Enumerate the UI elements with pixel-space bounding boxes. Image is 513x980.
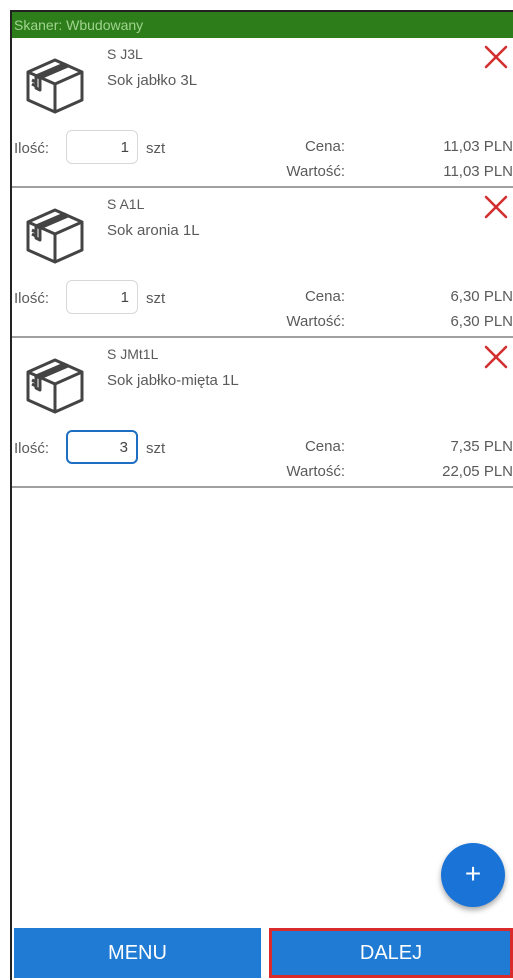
price-value: 7,35 PLN bbox=[450, 438, 513, 455]
cart-item: S A1L Sok aronia 1L Ilość: szt Cena: 6,3… bbox=[12, 188, 513, 338]
add-item-button[interactable]: + bbox=[441, 843, 505, 907]
total-label: Wartość: bbox=[286, 313, 345, 330]
remove-item-button[interactable] bbox=[481, 192, 511, 222]
close-icon bbox=[484, 345, 508, 369]
product-name: Sok aronia 1L bbox=[107, 222, 200, 239]
close-icon bbox=[484, 195, 508, 219]
box-icon bbox=[26, 208, 84, 264]
unit-label: szt bbox=[146, 440, 166, 457]
quantity-input[interactable] bbox=[66, 430, 138, 464]
total-value: 22,05 PLN bbox=[442, 463, 513, 480]
price-label: Cena: bbox=[304, 438, 345, 455]
remove-item-button[interactable] bbox=[481, 342, 511, 372]
quantity-label: Ilość: bbox=[14, 440, 50, 457]
menu-button[interactable]: MENU bbox=[14, 928, 261, 978]
price-label: Cena: bbox=[304, 138, 345, 155]
unit-label: szt bbox=[146, 290, 166, 307]
product-code: S A1L bbox=[107, 196, 145, 212]
quantity-label: Ilość: bbox=[14, 140, 50, 157]
remove-item-button[interactable] bbox=[481, 42, 511, 72]
total-value: 6,30 PLN bbox=[450, 313, 513, 330]
total-label: Wartość: bbox=[286, 163, 345, 180]
scanner-status-bar: Skaner: Wbudowany bbox=[12, 12, 513, 38]
product-name: Sok jabłko 3L bbox=[107, 72, 198, 89]
price-value: 6,30 PLN bbox=[450, 288, 513, 305]
next-button[interactable]: DALEJ bbox=[269, 928, 513, 978]
product-code: S JMt1L bbox=[107, 346, 159, 362]
cart-item: S J3L Sok jabłko 3L Ilość: szt Cena: 11,… bbox=[12, 38, 513, 188]
total-label: Wartość: bbox=[286, 463, 345, 480]
quantity-label: Ilość: bbox=[14, 290, 50, 307]
product-name: Sok jabłko-mięta 1L bbox=[107, 372, 239, 389]
close-icon bbox=[484, 45, 508, 69]
cart-item: S JMt1L Sok jabłko-mięta 1L Ilość: szt C… bbox=[12, 338, 513, 488]
box-icon bbox=[26, 358, 84, 414]
product-code: S J3L bbox=[107, 46, 143, 62]
box-icon bbox=[26, 58, 84, 114]
quantity-input[interactable] bbox=[66, 280, 138, 314]
plus-icon: + bbox=[464, 858, 482, 889]
price-label: Cena: bbox=[304, 288, 345, 305]
price-value: 11,03 PLN bbox=[443, 138, 513, 155]
quantity-input[interactable] bbox=[66, 130, 138, 164]
unit-label: szt bbox=[146, 140, 166, 157]
total-value: 11,03 PLN bbox=[443, 163, 513, 180]
